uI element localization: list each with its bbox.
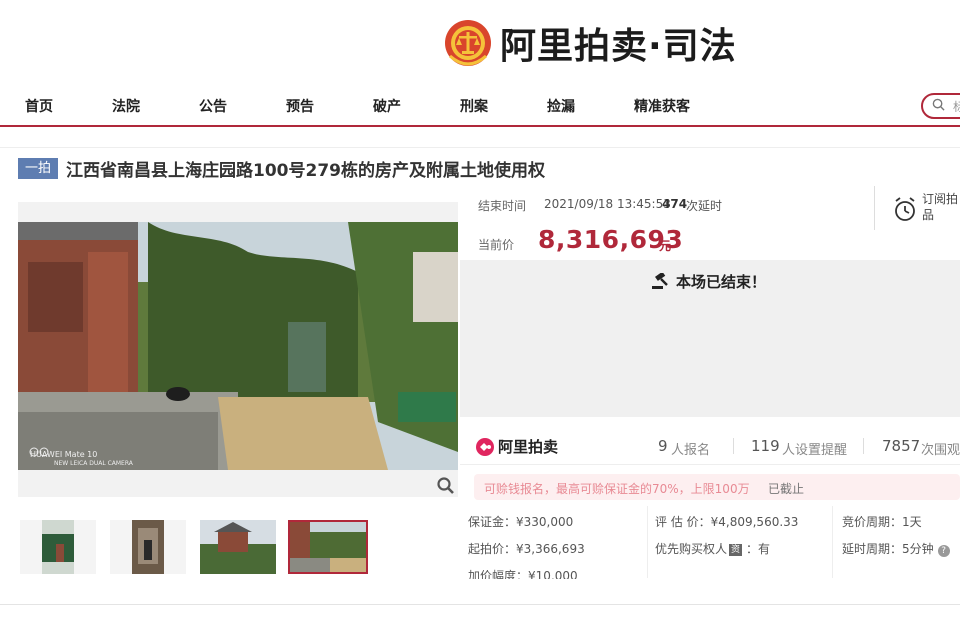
nav-item-precise[interactable]: 精准获客: [634, 96, 690, 116]
nav-item-criminal[interactable]: 刑案: [460, 96, 488, 116]
nav-item-notice[interactable]: 公告: [199, 96, 227, 116]
detail-column-divider: [647, 506, 648, 578]
reminders-count: 119: [751, 437, 780, 455]
extension-cycle: 延时周期：5分钟?: [842, 540, 950, 557]
page-title: 江西省南昌县上海庄园路100号279栋的房产及附属土地使用权: [66, 161, 545, 181]
auction-round-tag: 一拍: [18, 158, 58, 179]
price-label: 当前价: [478, 238, 515, 252]
appraisal-price: 评 估 价：¥4,809,560.33: [655, 515, 799, 529]
nav-item-home[interactable]: 首页: [25, 96, 53, 116]
help-icon[interactable]: ?: [937, 545, 950, 557]
qualification-badge[interactable]: 资: [729, 544, 743, 556]
nav-item-preview[interactable]: 预告: [286, 96, 314, 116]
thumbnail[interactable]: [200, 520, 276, 574]
priority-buyer-value: ：有: [746, 542, 771, 556]
deposit: 保证金：¥330,000: [468, 515, 574, 529]
views-label: 次围观: [921, 443, 960, 458]
views-count: 7857: [882, 437, 921, 455]
auction-ended-status: 本场已结束！: [652, 271, 766, 292]
court-emblem-icon: [444, 16, 492, 70]
ali-logo-text: 阿里拍卖: [498, 438, 559, 456]
ali-logo-icon: [476, 437, 494, 456]
thumbnail[interactable]: [110, 520, 186, 574]
notice-status: 已截止: [768, 482, 805, 496]
search-icon: [932, 98, 945, 111]
end-time: 2021/09/18 13:45:53: [544, 197, 671, 211]
nav-item-bankruptcy[interactable]: 破产: [373, 96, 401, 116]
main-photo[interactable]: HUAWEI Mate 10 NEW LEICA DUAL CAMERA: [18, 222, 458, 470]
auction-ended-text: 本场已结束！: [676, 273, 767, 291]
bidding-cycle: 竞价周期：1天: [842, 515, 922, 529]
nav-item-bargain[interactable]: 捡漏: [547, 96, 575, 116]
priority-buyer: 优先购买权人资：有: [655, 540, 770, 557]
end-time-label: 结束时间: [478, 199, 527, 213]
subscribe-divider: [874, 186, 875, 230]
detail-column-divider: [832, 506, 833, 578]
notice-text: 可赊钱报名，最高可赊保证金的70%，上限100万: [484, 482, 750, 496]
ali-auction-logo[interactable]: 阿里拍卖: [476, 436, 558, 457]
price-increment: 加价幅度：¥10,000: [468, 569, 578, 579]
nav-divider: [0, 125, 960, 127]
search-placeholder: 标: [953, 100, 960, 114]
signups-count: 9: [658, 437, 668, 455]
credit-signup-notice: 可赊钱报名，最高可赊保证金的70%，上限100万 已截止: [474, 474, 960, 500]
nav-item-court[interactable]: 法院: [112, 96, 140, 116]
brand-name: 阿里拍卖·司法: [500, 26, 737, 67]
photo-watermark-line2: NEW LEICA DUAL CAMERA: [54, 460, 134, 467]
signups-label: 人报名: [671, 443, 711, 458]
main-nav: 首页 法院 公告 预告 破产 刑案 捡漏 精准获客: [0, 88, 960, 124]
thumbnail-active[interactable]: [288, 520, 368, 574]
extension-cycle-text: 延时周期：5分钟: [842, 542, 934, 556]
reminders-label: 人设置提醒: [782, 443, 848, 458]
alarm-clock-icon[interactable]: [893, 197, 917, 223]
section-divider: [0, 147, 960, 148]
search-input[interactable]: 标: [921, 93, 960, 119]
stats-divider: [460, 464, 960, 465]
zoom-icon[interactable]: [436, 476, 456, 496]
delay-count: 474: [662, 197, 688, 211]
footer-divider: [0, 604, 960, 605]
gavel-icon: [652, 273, 668, 289]
delay-unit: 次延时: [686, 199, 723, 213]
price-unit: 元: [659, 239, 672, 253]
thumbnail[interactable]: [20, 520, 96, 574]
site-logo[interactable]: 阿里拍卖·司法: [444, 14, 737, 72]
subscribe-button[interactable]: 订阅拍品: [922, 191, 958, 223]
stat-divider: [733, 438, 734, 454]
starting-price: 起拍价：¥3,366,693: [468, 542, 585, 556]
stat-divider: [863, 438, 864, 454]
priority-buyer-label: 优先购买权人: [655, 542, 728, 556]
